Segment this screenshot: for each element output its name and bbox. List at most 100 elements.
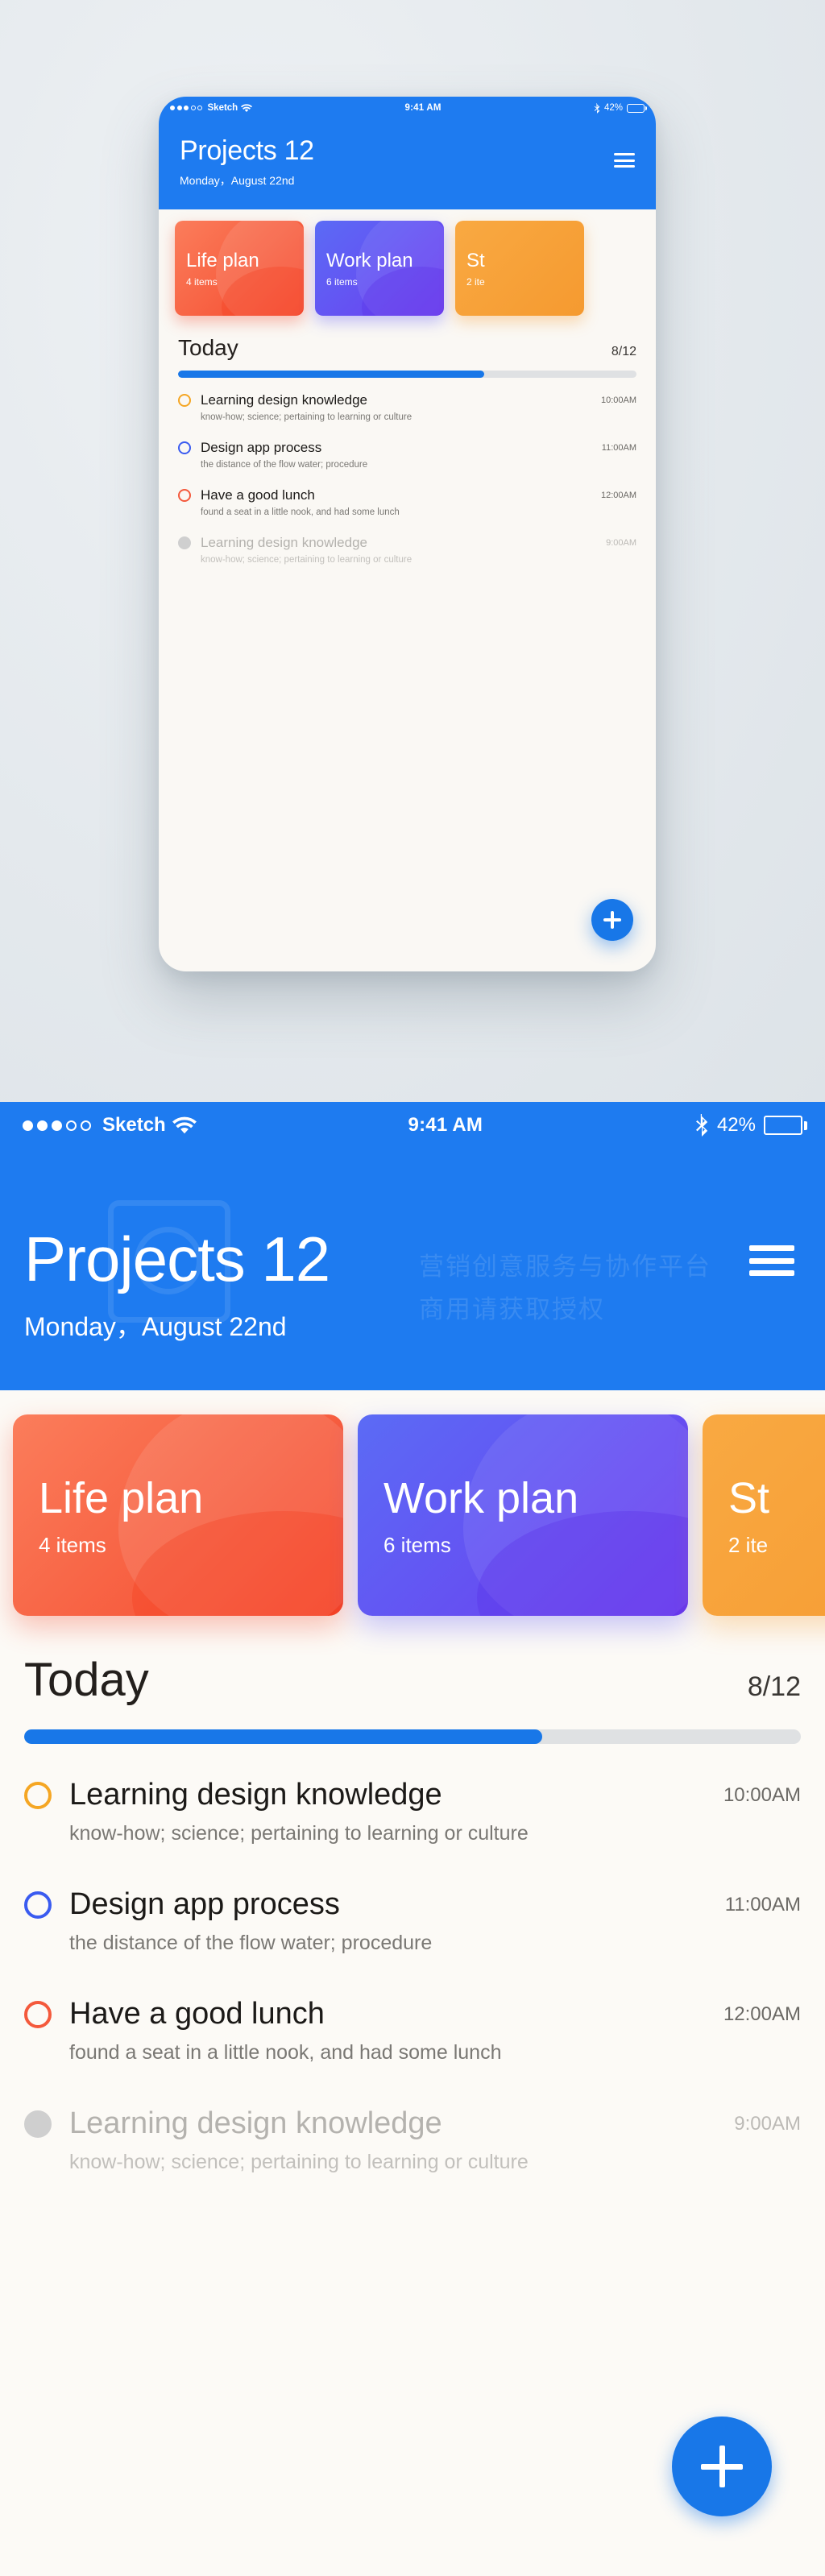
preview-backdrop: Sketch 9:41 AM 42% Projects 12 Monday，Au… <box>0 0 825 1102</box>
task-description: found a seat in a little nook, and had s… <box>69 2041 502 2064</box>
page-title: Projects 12 <box>24 1224 330 1294</box>
plus-icon <box>719 2446 725 2487</box>
status-bar-time: 9:41 AM <box>404 103 442 113</box>
task-description: the distance of the flow water; procedur… <box>201 460 368 470</box>
task-title: Have a good lunch <box>69 1997 325 2031</box>
task-description: know-how; science; pertaining to learnin… <box>201 555 412 565</box>
status-bar: Sketch 9:41 AM 42% <box>159 97 656 119</box>
task-checkbox-icon[interactable] <box>24 1891 52 1919</box>
plan-card-count: 4 items <box>186 275 218 288</box>
task-time: 11:00AM <box>601 443 636 453</box>
plan-cards-row[interactable]: Life plan 4 items Work plan 6 items St 2… <box>0 1390 825 1616</box>
task-header: Have a good lunch 12:00AM <box>24 1997 801 2031</box>
add-task-fab[interactable] <box>672 2417 772 2516</box>
today-label: Today <box>178 335 238 360</box>
plan-card-life[interactable]: Life plan 4 items <box>175 221 304 316</box>
plan-card-title: Work plan <box>326 249 413 271</box>
task-item-completed[interactable]: Learning design knowledge 9:00AM know-ho… <box>178 535 636 565</box>
status-bar: Sketch 9:41 AM 42% <box>0 1102 825 1149</box>
hamburger-bar <box>749 1245 794 1251</box>
hamburger-menu-icon[interactable] <box>749 1245 794 1276</box>
task-item-completed[interactable]: Learning design knowledge 9:00AM know-ho… <box>24 2106 801 2174</box>
task-description: know-how; science; pertaining to learnin… <box>201 412 412 422</box>
status-bar-time: 9:41 AM <box>408 1114 483 1136</box>
battery-nub <box>645 106 647 110</box>
signal-dot <box>190 106 196 110</box>
task-checkbox-icon[interactable] <box>178 441 191 454</box>
signal-dot <box>170 106 175 110</box>
signal-dot <box>52 1120 62 1131</box>
signal-strength-dots <box>23 1120 95 1131</box>
task-time: 9:00AM <box>606 538 636 548</box>
wifi-icon <box>241 103 253 113</box>
task-item[interactable]: Have a good lunch 12:00AM found a seat i… <box>178 487 636 517</box>
progress-track <box>178 371 636 378</box>
battery-nub <box>804 1121 807 1130</box>
task-time: 11:00AM <box>724 1893 801 1915</box>
today-progress-count: 8/12 <box>747 1671 801 1702</box>
phone-mockup-preview: Sketch 9:41 AM 42% Projects 12 Monday，Au… <box>159 97 656 971</box>
signal-dot <box>37 1120 48 1131</box>
task-checkbox-icon[interactable] <box>24 1781 52 1809</box>
progress-track <box>24 1729 801 1744</box>
task-checkbox-icon[interactable] <box>178 536 191 549</box>
task-header: Design app process 11:00AM <box>178 440 636 456</box>
task-header: Have a good lunch 12:00AM <box>178 487 636 503</box>
plan-card-title: St <box>466 249 485 271</box>
add-task-fab[interactable] <box>591 899 633 941</box>
task-item[interactable]: Learning design knowledge 10:00AM know-h… <box>24 1778 801 1845</box>
today-section-header: Today 8/12 <box>159 316 656 361</box>
task-item[interactable]: Have a good lunch 12:00AM found a seat i… <box>24 1997 801 2065</box>
bluetooth-icon <box>594 102 600 114</box>
task-item[interactable]: Design app process 11:00AM the distance … <box>24 1887 801 1955</box>
task-list: Learning design knowledge 10:00AM know-h… <box>159 378 656 565</box>
battery-percent-label: 42% <box>603 103 623 113</box>
task-checkbox-icon[interactable] <box>178 489 191 502</box>
carrier-label: Sketch <box>207 103 238 113</box>
today-section-header: Today 8/12 <box>0 1616 825 1707</box>
task-description: know-how; science; pertaining to learnin… <box>69 1822 529 1845</box>
plan-card-count: 2 ite <box>728 1532 769 1557</box>
plan-card-title: Work plan <box>383 1473 579 1522</box>
task-title: Design app process <box>201 440 322 455</box>
task-checkbox-icon[interactable] <box>24 2000 52 2028</box>
task-header: Learning design knowledge 10:00AM <box>24 1778 801 1812</box>
battery-icon <box>764 1116 807 1135</box>
plan-card-work[interactable]: Work plan 6 items <box>315 221 444 316</box>
plan-cards-row[interactable]: Life plan 4 items Work plan 6 items St 2… <box>159 209 656 316</box>
hamburger-menu-icon[interactable] <box>614 153 635 168</box>
status-bar-left: Sketch <box>23 1114 197 1137</box>
today-progress-count: 8/12 <box>611 345 636 358</box>
task-time: 12:00AM <box>723 2002 801 2025</box>
task-checkbox-icon[interactable] <box>178 394 191 407</box>
battery-percent-label: 42% <box>716 1114 756 1136</box>
task-header: Learning design knowledge 9:00AM <box>24 2106 801 2141</box>
task-header: Learning design knowledge 10:00AM <box>178 392 636 408</box>
wifi-icon <box>172 1116 197 1135</box>
task-title: Learning design knowledge <box>69 1778 442 1812</box>
plan-card-title: St <box>728 1473 770 1522</box>
task-header: Learning design knowledge 9:00AM <box>178 535 636 551</box>
hamburger-bar <box>614 165 635 168</box>
status-bar-left: Sketch <box>170 103 253 113</box>
signal-dot <box>23 1120 33 1131</box>
app-header: Projects 12 Monday，August 22nd <box>0 1149 825 1390</box>
plan-card-life[interactable]: Life plan 4 items <box>13 1414 343 1616</box>
plan-card-study[interactable]: St 2 ite <box>455 221 584 316</box>
signal-dot <box>197 106 202 110</box>
plan-card-study[interactable]: St 2 ite <box>703 1414 825 1616</box>
task-description: found a seat in a little nook, and had s… <box>201 507 400 517</box>
task-title: Design app process <box>69 1887 340 1921</box>
battery-icon <box>627 103 647 113</box>
task-time: 10:00AM <box>723 1783 801 1806</box>
task-checkbox-icon[interactable] <box>24 2110 52 2138</box>
task-title: Learning design knowledge <box>69 2106 442 2140</box>
plus-icon <box>611 911 614 929</box>
signal-dot <box>184 106 189 110</box>
status-bar-right: 42% <box>594 102 647 114</box>
carrier-label: Sketch <box>102 1114 166 1136</box>
task-item[interactable]: Design app process 11:00AM the distance … <box>178 440 636 470</box>
task-time: 9:00AM <box>734 2112 801 2135</box>
plan-card-work[interactable]: Work plan 6 items <box>358 1414 688 1616</box>
task-item[interactable]: Learning design knowledge 10:00AM know-h… <box>178 392 636 422</box>
